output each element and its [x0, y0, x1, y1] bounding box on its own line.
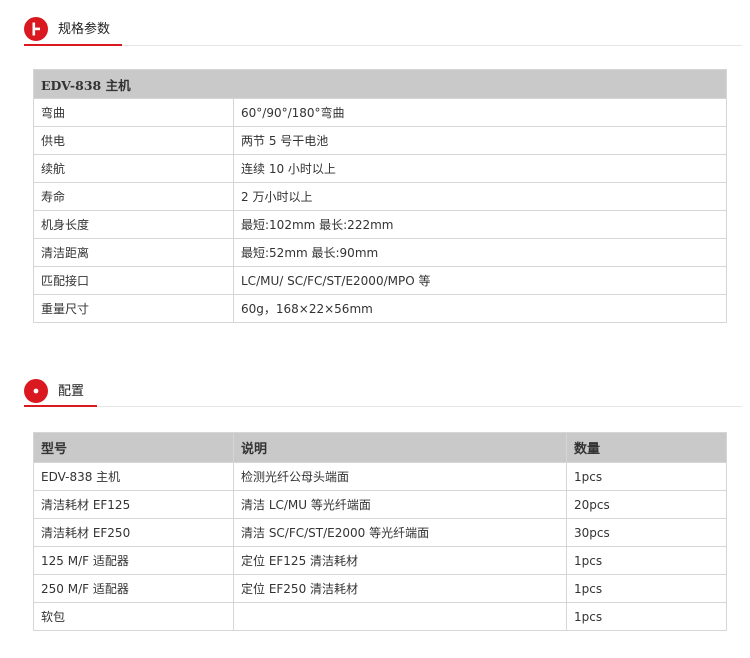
spec-label: 机身长度 [33, 210, 234, 239]
spec-row: 寿命 2 万小时以上 [33, 182, 728, 211]
config-description [233, 602, 567, 631]
config-model: 250 M/F 适配器 [33, 574, 234, 603]
spec-label: 弯曲 [33, 98, 234, 127]
config-description: 定位 EF250 清洁耗材 [233, 574, 567, 603]
config-quantity: 1pcs [566, 574, 727, 603]
spec-row: 机身长度 最短:102mm 最长:222mm [33, 210, 728, 239]
spec-row: 清洁距离 最短:52mm 最长:90mm [33, 238, 728, 267]
config-description: 检测光纤公母头端面 [233, 462, 567, 491]
column-header-quantity: 数量 [566, 432, 727, 463]
config-row: 250 M/F 适配器 定位 EF250 清洁耗材 1pcs [33, 574, 727, 603]
config-table-header-row: 型号 说明 数量 [33, 432, 727, 463]
config-row: EDV-838 主机 检测光纤公母头端面 1pcs [33, 462, 727, 491]
config-row: 清洁耗材 EF125 清洁 LC/MU 等光纤端面 20pcs [33, 490, 727, 519]
spec-label: 重量尺寸 [33, 294, 234, 323]
spec-value: 最短:102mm 最长:222mm [232, 210, 728, 239]
config-section-title: 配置 [58, 384, 85, 399]
config-row: 清洁耗材 EF250 清洁 SC/FC/ST/E2000 等光纤端面 30pcs [33, 518, 727, 547]
spec-label: 供电 [33, 126, 234, 155]
config-quantity: 1pcs [566, 462, 727, 491]
spec-row: 续航 连续 10 小时以上 [33, 154, 728, 183]
spec-table-header-row: EDV-838 主机 [32, 69, 728, 99]
config-quantity: 1pcs [566, 546, 727, 575]
spec-section-icon [24, 17, 48, 41]
spec-label: 清洁距离 [33, 238, 234, 267]
column-header-model: 型号 [33, 432, 234, 463]
section-accent-line [24, 405, 97, 407]
spec-row: 重量尺寸 60g，168×22×56mm [33, 294, 728, 323]
config-description: 清洁 LC/MU 等光纤端面 [233, 490, 567, 519]
config-quantity: 30pcs [566, 518, 727, 547]
config-row: 软包 1pcs [33, 602, 727, 631]
section-divider [24, 45, 742, 46]
spec-table: EDV-838 主机 弯曲 60°/90°/180°弯曲 供电 两节 5 号干电池 续航… [32, 69, 728, 323]
config-section-header: 配置 [0, 361, 750, 407]
spec-label: 匹配接口 [33, 266, 234, 295]
config-description: 清洁 SC/FC/ST/E2000 等光纤端面 [233, 518, 567, 547]
spec-label: 续航 [33, 154, 234, 183]
config-model: 125 M/F 适配器 [33, 546, 234, 575]
spec-section-title: 规格参数 [58, 22, 111, 37]
config-model: 软包 [33, 602, 234, 631]
spec-value: LC/MU/ SC/FC/ST/E2000/MPO 等 [232, 266, 728, 295]
spec-value: 60g，168×22×56mm [232, 294, 728, 323]
config-quantity: 1pcs [566, 602, 727, 631]
config-description: 定位 EF125 清洁耗材 [233, 546, 567, 575]
config-table: 型号 说明 数量 EDV-838 主机 检测光纤公母头端面 1pcs 清洁耗材 EF1… [33, 432, 727, 631]
config-model: 清洁耗材 EF125 [33, 490, 234, 519]
section-divider [24, 406, 742, 407]
spec-label: 寿命 [33, 182, 234, 211]
spec-value: 连续 10 小时以上 [232, 154, 728, 183]
spec-row: 弯曲 60°/90°/180°弯曲 [33, 98, 728, 127]
spec-value: 最短:52mm 最长:90mm [232, 238, 728, 267]
spec-value: 60°/90°/180°弯曲 [232, 98, 728, 127]
config-model: 清洁耗材 EF250 [33, 518, 234, 547]
spec-value: 两节 5 号干电池 [232, 126, 728, 155]
config-model: EDV-838 主机 [33, 462, 234, 491]
column-header-description: 说明 [233, 432, 567, 463]
config-row: 125 M/F 适配器 定位 EF125 清洁耗材 1pcs [33, 546, 727, 575]
section-accent-line [24, 44, 122, 46]
spec-value: 2 万小时以上 [232, 182, 728, 211]
spec-table-title: EDV-838 主机 [32, 69, 728, 99]
config-quantity: 20pcs [566, 490, 727, 519]
spec-row: 匹配接口 LC/MU/ SC/FC/ST/E2000/MPO 等 [33, 266, 728, 295]
config-section-icon [24, 379, 48, 403]
spec-section-header: 规格参数 [0, 0, 750, 46]
spec-row: 供电 两节 5 号干电池 [33, 126, 728, 155]
